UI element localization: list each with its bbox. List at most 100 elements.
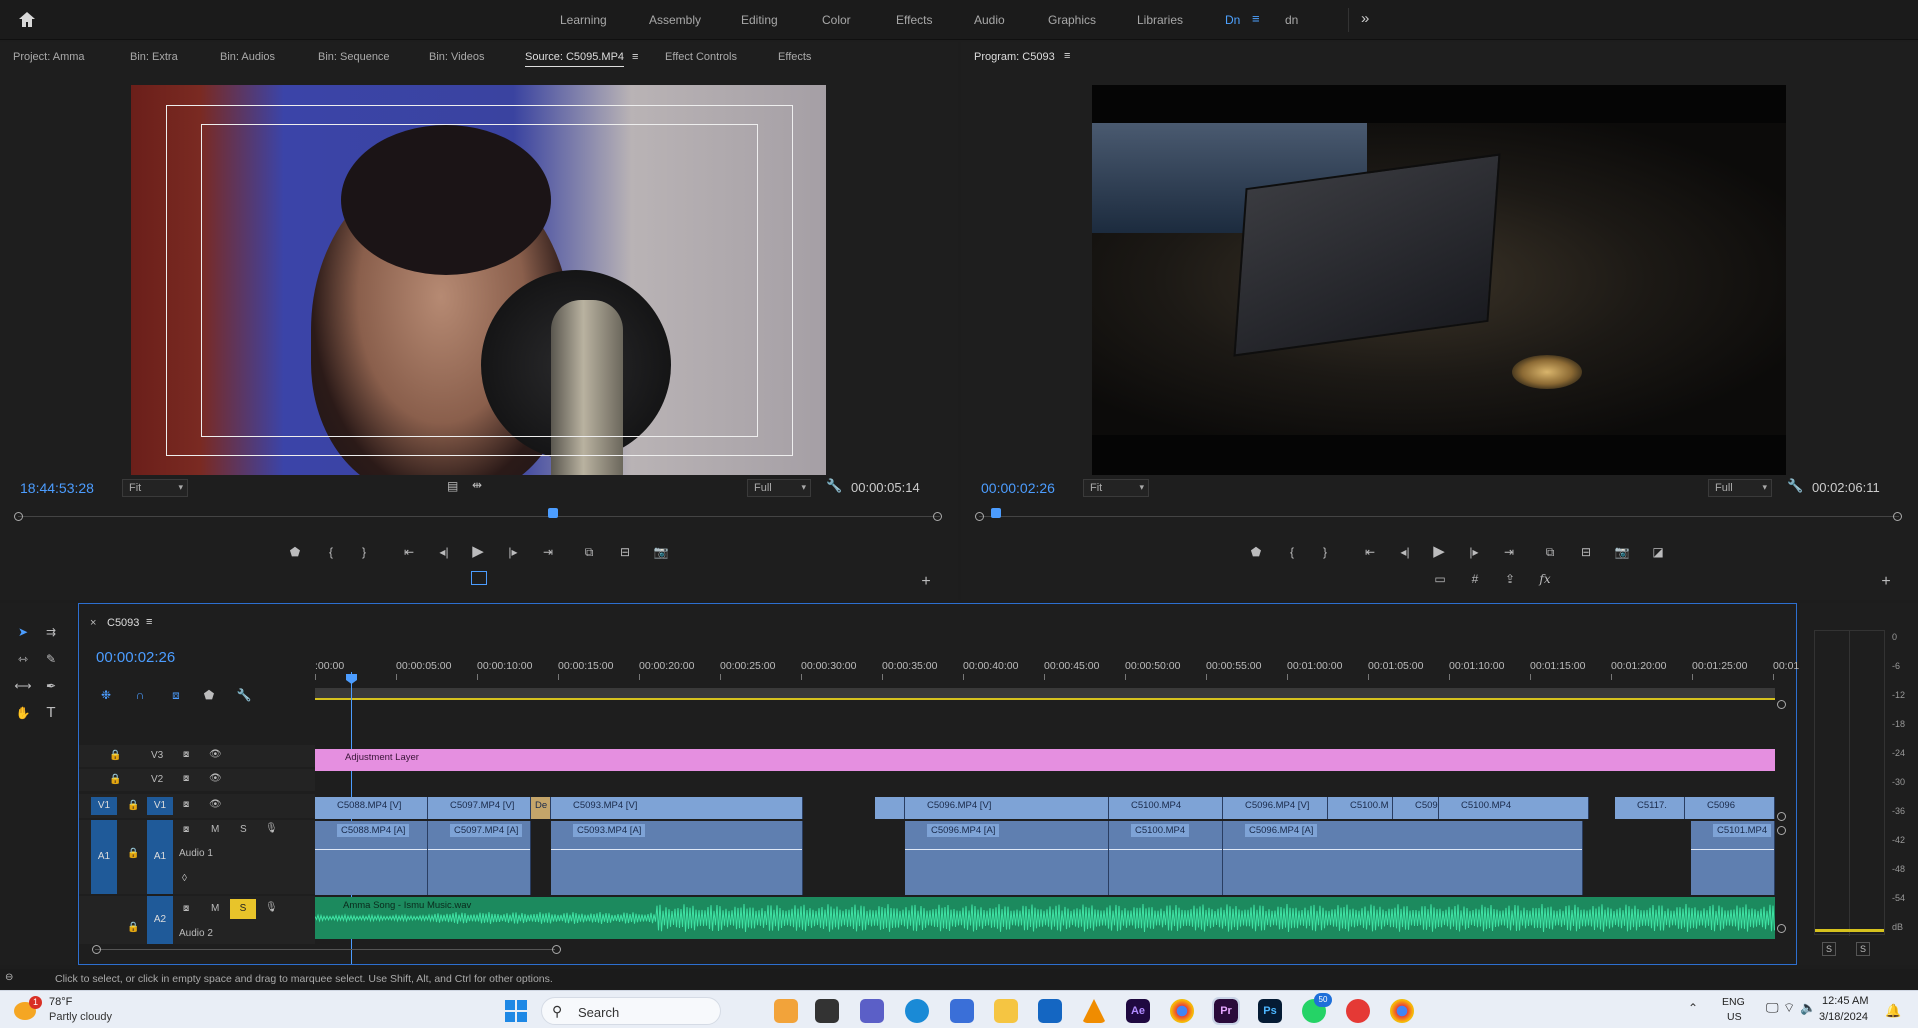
hscroll-left-handle[interactable]	[92, 945, 101, 954]
tab-menu-icon[interactable]: ≡	[632, 51, 638, 63]
program-go-to-out-icon[interactable]: ⇥	[1500, 543, 1518, 561]
pen-tool-icon[interactable]: ✒	[42, 677, 60, 695]
v1-clip[interactable]: C5100.MP4	[1439, 797, 1589, 819]
tab-bin-sequence[interactable]: Bin: Sequence	[318, 51, 390, 63]
workspace-graphics[interactable]: Graphics	[1048, 13, 1096, 27]
workspace-dn[interactable]: Dn	[1225, 13, 1240, 27]
task-view-icon[interactable]	[815, 999, 839, 1023]
weather-desc[interactable]: Partly cloudy	[49, 1011, 112, 1023]
source-zoom-select[interactable]: Fit	[122, 479, 188, 497]
solo-button-active[interactable]: S	[230, 899, 256, 919]
edge-icon[interactable]	[905, 999, 929, 1023]
track-a2-label[interactable]: A2	[147, 896, 173, 944]
program-mark-out-icon[interactable]: }	[1316, 543, 1334, 561]
grid-icon[interactable]: #	[1466, 570, 1484, 588]
app-icon[interactable]	[1346, 999, 1370, 1023]
zoom-handle-left[interactable]	[14, 512, 23, 521]
slip-tool-icon[interactable]: ⟷	[14, 677, 32, 695]
a1-clip[interactable]: C5096.MP4 [A]	[905, 821, 1109, 895]
track-v1-label[interactable]: V1	[147, 797, 173, 815]
program-scrubber[interactable]	[979, 516, 1899, 517]
volume-rubberband[interactable]	[1223, 849, 1582, 850]
volume-rubberband[interactable]	[1109, 849, 1222, 850]
go-to-in-icon[interactable]: ⇤	[400, 543, 418, 561]
voice-over-icon[interactable]: 🎙	[265, 902, 278, 913]
vscroll-v-handle[interactable]	[1777, 812, 1786, 821]
windows-start-icon[interactable]	[505, 1000, 527, 1022]
snap-icon[interactable]: ∩	[131, 686, 149, 704]
weather-icon[interactable]: 1	[14, 996, 42, 1022]
program-play-icon[interactable]: ▶	[1430, 543, 1448, 561]
teams-icon[interactable]	[860, 999, 884, 1023]
volume-rubberband[interactable]	[315, 849, 427, 850]
a1-clip[interactable]: C5100.MP4	[1109, 821, 1223, 895]
meter-solo-left[interactable]: S	[1822, 942, 1836, 956]
premiere-icon[interactable]: Pr	[1212, 997, 1240, 1025]
work-area-bar[interactable]	[315, 688, 1775, 698]
source-scrubber[interactable]	[18, 516, 940, 517]
program-add-marker-icon[interactable]: ⬟	[1247, 543, 1265, 561]
program-menu-icon[interactable]: ≡	[1064, 50, 1070, 62]
taskbar-search[interactable]: ⚲ Search	[541, 997, 721, 1025]
program-zoom-handle-right[interactable]	[1893, 512, 1902, 521]
tab-bin-audios[interactable]: Bin: Audios	[220, 51, 275, 63]
volume-rubberband[interactable]	[551, 849, 802, 850]
sync-lock-icon[interactable]: ⧇	[183, 773, 189, 784]
eye-icon[interactable]: 👁	[209, 773, 222, 784]
clock-date[interactable]: 3/18/2024	[1819, 1011, 1868, 1023]
workspace-learning[interactable]: Learning	[560, 13, 607, 27]
clock-time[interactable]: 12:45 AM	[1822, 995, 1868, 1007]
track-select-tool-icon[interactable]: ⇉	[42, 623, 60, 641]
v1-clips[interactable]: C5088.MP4 [V] C5097.MP4 [V] De C5093.MP4 [V…	[315, 797, 1775, 819]
export-icon[interactable]: ⇪	[1501, 570, 1519, 588]
step-back-icon[interactable]: ◂|	[435, 543, 453, 561]
go-to-out-icon[interactable]: ⇥	[539, 543, 557, 561]
mail-icon[interactable]	[1038, 999, 1062, 1023]
workspace-effects[interactable]: Effects	[896, 13, 932, 27]
notification-icon[interactable]: 🔔	[1885, 1003, 1901, 1019]
voice-over-icon[interactable]: 🎙	[265, 823, 278, 834]
timeline-timecode[interactable]: 00:00:02:26	[96, 649, 175, 666]
program-export-frame-icon[interactable]: 📷	[1613, 543, 1631, 561]
program-wrench-icon[interactable]: 🔧	[1787, 478, 1803, 494]
source-quality-select[interactable]: Full	[747, 479, 811, 497]
program-video-frame[interactable]	[1092, 85, 1786, 475]
workspace-audio[interactable]: Audio	[974, 13, 1005, 27]
program-zoom-handle-left[interactable]	[975, 512, 984, 521]
chrome-profile-icon[interactable]	[1390, 999, 1414, 1023]
volume-rubberband[interactable]	[1691, 849, 1774, 850]
v1-clip[interactable]: C5096	[1393, 797, 1439, 819]
explorer-icon[interactable]	[994, 999, 1018, 1023]
v1-clip[interactable]: C5096	[1685, 797, 1775, 819]
v1-clip[interactable]: C5100.M	[1328, 797, 1393, 819]
sequence-name[interactable]: C5093	[107, 617, 139, 629]
tab-project[interactable]: Project: Amma	[13, 51, 85, 63]
v1-clip[interactable]: De	[531, 797, 551, 819]
mark-in-icon[interactable]: {	[322, 543, 340, 561]
eye-icon[interactable]: 👁	[209, 799, 222, 810]
ripple-edit-tool-icon[interactable]: ⇿	[14, 650, 32, 668]
source-playhead[interactable]	[548, 508, 558, 518]
v1-clip[interactable]: C5100.MP4	[1109, 797, 1223, 819]
overwrite-icon[interactable]: ⊟	[616, 543, 634, 561]
program-quality-select[interactable]: Full	[1708, 479, 1772, 497]
tracks-area[interactable]: Adjustment Layer C5088.MP4 [V] C5097.MP4 …	[315, 745, 1775, 945]
v1-clip[interactable]	[875, 797, 905, 819]
solo-button[interactable]: S	[240, 824, 247, 835]
insert-icon[interactable]: ⧉	[580, 543, 598, 561]
add-marker-icon[interactable]: ⬟	[286, 543, 304, 561]
tab-effects[interactable]: Effects	[778, 51, 811, 63]
lang-2[interactable]: US	[1727, 1011, 1742, 1023]
drag-video-icon[interactable]: ⇹	[472, 478, 482, 492]
timeline-marker-icon[interactable]: ⬟	[200, 686, 218, 704]
workspace-menu-icon[interactable]: ≡	[1252, 11, 1260, 26]
vscroll-bottom-handle[interactable]	[1777, 924, 1786, 933]
safe-margins-icon[interactable]	[471, 571, 487, 585]
add-button-icon[interactable]: +	[917, 573, 935, 591]
lock-icon[interactable]: 🔒	[109, 774, 121, 785]
volume-rubberband[interactable]	[905, 849, 1108, 850]
a1-clip[interactable]: C5096.MP4 [A]	[1223, 821, 1583, 895]
tab-effect-controls[interactable]: Effect Controls	[665, 51, 737, 63]
wrench-icon[interactable]: 🔧	[826, 478, 842, 494]
lock-icon[interactable]: 🔒	[127, 922, 139, 933]
